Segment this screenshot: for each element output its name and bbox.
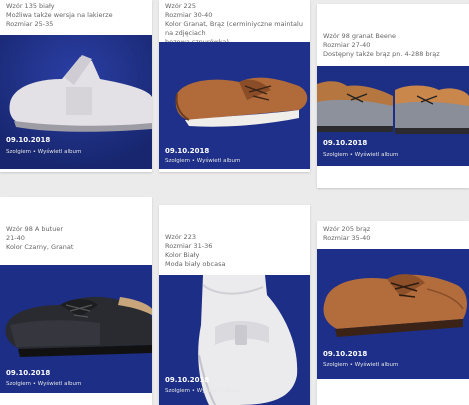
album-card[interactable]: Wzór 98 granat Beene Rozmiar 27-40 Dostę… [317,4,469,188]
card-description: Wzór 98 granat Beene Rozmiar 27-40 Dostę… [323,32,440,58]
shoe-photo[interactable]: 09.10.2018 Szolgiem • Wyświetl album [0,265,152,393]
view-album-link[interactable]: Szolgiem • Wyświetl album [165,388,240,394]
photo-date: 09.10.2018 [6,136,51,144]
card-description: Wzór 223 Rozmiar 31-36 Kolor Biały Moda … [165,233,226,268]
album-card[interactable]: Wzór 205 brąz Rozmiar 35-40 09.10.2018 S… [317,221,469,405]
shoe-photo[interactable]: 09.10.2018 Szolgiem • Wyświetl album [317,66,469,166]
photo-date: 09.10.2018 [323,139,368,147]
card-description: Wzór 205 brąz Rozmiar 35-40 [323,225,371,242]
shoe-photo[interactable]: 09.10.2018 Szolgiem • Wyświetl album [0,35,152,169]
album-card[interactable]: Wzór 223 Rozmiar 31-36 Kolor Biały Moda … [159,205,310,405]
shoe-image [317,66,469,166]
album-card[interactable]: Wzór 135 biały Możliwa także wersja na l… [0,0,152,172]
shoe-photo[interactable]: 09.10.2018 Szolgiem • Wyświetl album [159,275,310,405]
shoe-photo[interactable]: 09.10.2018 Szolgiem • Wyświetl album [159,42,310,169]
view-album-link[interactable]: Szolgiem • Wyświetl album [323,152,398,158]
photo-date: 09.10.2018 [165,147,210,155]
card-description: Wzór 135 biały Możliwa także wersja na l… [6,2,113,28]
photo-date: 09.10.2018 [165,376,210,384]
view-album-link[interactable]: Szolgiem • Wyświetl album [6,149,81,155]
photo-date: 09.10.2018 [323,350,368,358]
view-album-link[interactable]: Szolgiem • Wyświetl album [6,381,81,387]
album-card[interactable]: Wzór 98 A butuer 21-40 Kolor Czarny, Gra… [0,197,152,405]
card-description: Wzór 98 A butuer 21-40 Kolor Czarny, Gra… [6,225,74,251]
shoe-image [317,249,469,379]
photo-date: 09.10.2018 [6,369,51,377]
shoe-photo[interactable]: 09.10.2018 Szolgiem • Wyświetl album [317,249,469,379]
shoe-image [159,275,310,405]
album-card[interactable]: Wzór 225 Rozmiar 30-40 Kolor Granat, Brą… [159,0,310,172]
card-description: Wzór 225 Rozmiar 30-40 Kolor Granat, Brą… [165,2,303,46]
view-album-link[interactable]: Szolgiem • Wyświetl album [165,158,240,164]
view-album-link[interactable]: Szolgiem • Wyświetl album [323,362,398,368]
